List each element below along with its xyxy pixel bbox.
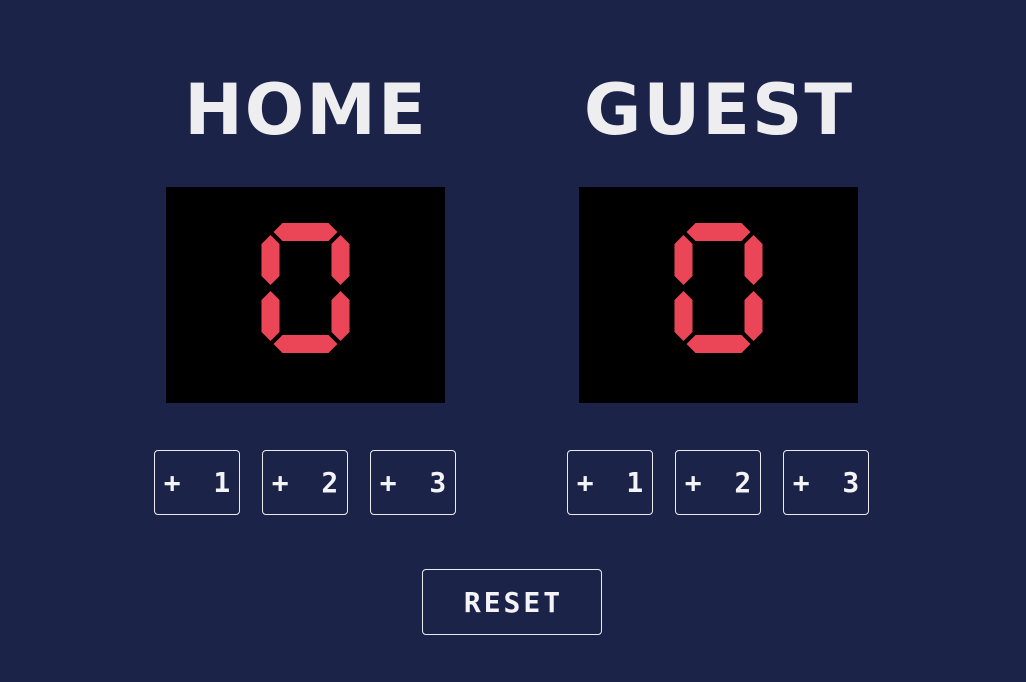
home-panel: HOME 0 + 1 + 2 + 3 [154,69,458,515]
guest-button-row: + 1 + 2 + 3 [567,450,871,516]
guest-score-digit-segment-b [744,235,763,285]
guest-add-1-button[interactable]: + 1 [567,450,653,515]
scoreboard-app: HOME 0 + 1 + 2 + 3 GUEST 0 + 1 + 2 + 3 R… [0,0,1026,682]
home-add-1-button[interactable]: + 1 [154,450,240,515]
home-score-digit-segment-c [331,291,350,341]
guest-add-3-button[interactable]: + 3 [783,450,869,515]
home-button-row: + 1 + 2 + 3 [154,450,458,516]
guest-team-name: GUEST [583,69,855,151]
guest-score-display: 0 [579,187,858,403]
home-team-name: HOME [184,69,428,151]
home-score-digit-segment-d [273,335,338,353]
guest-add-2-button[interactable]: + 2 [675,450,761,515]
home-add-2-button[interactable]: + 2 [262,450,348,515]
home-score-digit-segment-f [261,235,280,285]
home-score-digit-segment-e [261,291,280,341]
reset-button[interactable]: RESET [422,569,602,635]
home-score-digit-segment-b [331,235,350,285]
guest-score-digit-segment-e [674,291,693,341]
home-score-display: 0 [166,187,445,403]
home-add-3-button[interactable]: + 3 [370,450,456,515]
guest-score-digit-segment-c [744,291,763,341]
guest-score-digit-segment-a [686,223,751,241]
guest-panel: GUEST 0 + 1 + 2 + 3 [567,69,871,515]
home-score-digit [261,223,350,353]
guest-score-digit-segment-d [686,335,751,353]
guest-score-digit [674,223,763,353]
home-score-digit-segment-a [273,223,338,241]
guest-score-digit-segment-f [674,235,693,285]
